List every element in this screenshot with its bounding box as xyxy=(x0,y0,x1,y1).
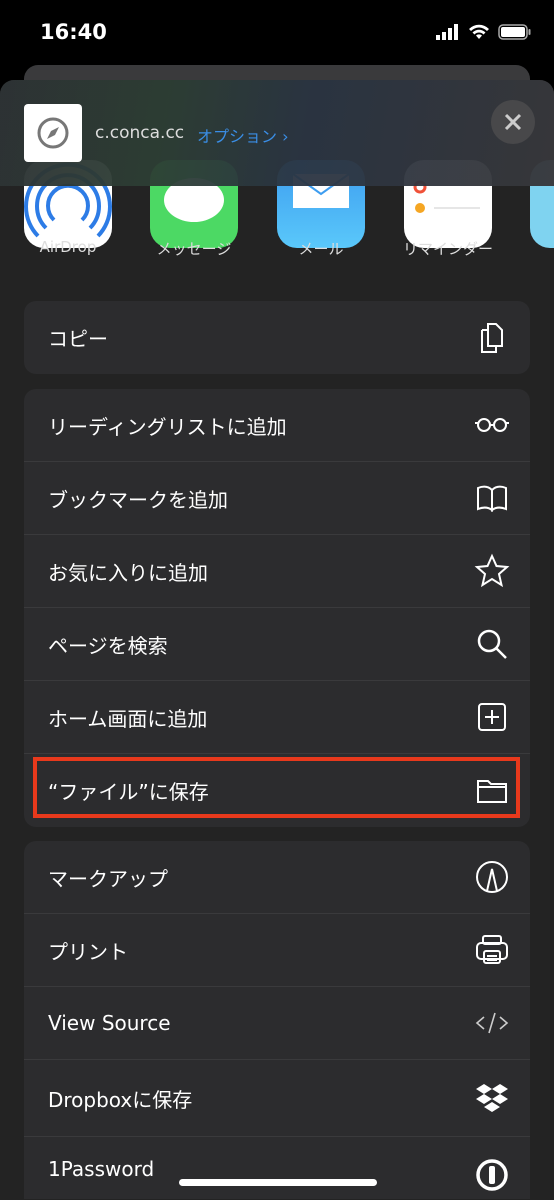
markup-icon xyxy=(476,861,508,893)
book-icon xyxy=(477,485,507,512)
extensions-group: マークアップ プリント View Source Dropboxに保存 1Pass… xyxy=(24,841,530,1199)
action-label: ブックマークを追加 xyxy=(48,487,228,512)
action-label: View Source xyxy=(48,1011,171,1035)
action-label: 1Password xyxy=(48,1157,155,1181)
options-link[interactable]: オプション › xyxy=(197,123,289,147)
action-reading-list[interactable]: リーディングリストに追加 xyxy=(24,389,530,462)
action-view-source[interactable]: View Source xyxy=(24,987,530,1060)
search-icon xyxy=(477,629,507,659)
action-label: マークアップ xyxy=(48,866,168,891)
app-label: メール xyxy=(298,240,344,258)
action-label: プリント xyxy=(48,939,128,964)
action-1password[interactable]: 1Password xyxy=(24,1137,530,1199)
safari-compass-icon xyxy=(37,117,69,149)
action-favorite[interactable]: お気に入りに追加 xyxy=(24,535,530,608)
copy-group: コピー xyxy=(24,301,530,374)
clock: 16:40 xyxy=(40,20,107,44)
site-domain: c.conca.cc xyxy=(95,123,185,143)
battery-icon xyxy=(498,24,531,40)
app-label: リマインダー xyxy=(402,240,493,258)
copy-icon xyxy=(481,322,503,353)
signal-icon xyxy=(436,24,458,40)
star-icon xyxy=(474,553,510,588)
1password-icon xyxy=(476,1159,508,1191)
action-dropbox[interactable]: Dropboxに保存 xyxy=(24,1060,530,1137)
action-label: Dropboxに保存 xyxy=(48,1087,193,1112)
action-label: ページを検索 xyxy=(48,633,168,658)
home-indicator[interactable] xyxy=(179,1179,377,1186)
action-label: お気に入りに追加 xyxy=(48,560,208,585)
app-label: メッセージ xyxy=(156,240,232,258)
app-label: AirDrop xyxy=(39,238,97,256)
action-label: ホーム画面に追加 xyxy=(48,706,208,731)
close-button[interactable] xyxy=(491,100,535,144)
printer-icon xyxy=(476,935,508,964)
code-icon xyxy=(475,1012,509,1034)
action-label: リーディングリストに追加 xyxy=(48,414,287,439)
action-bookmark[interactable]: ブックマークを追加 xyxy=(24,462,530,535)
action-home-screen[interactable]: ホーム画面に追加 xyxy=(24,681,530,754)
site-favicon xyxy=(24,104,82,162)
action-markup[interactable]: マークアップ xyxy=(24,841,530,914)
wifi-icon xyxy=(469,24,489,39)
status-bar: 16:40 xyxy=(0,0,554,64)
dropbox-icon xyxy=(476,1084,508,1112)
plus-square-icon xyxy=(478,703,506,731)
close-icon xyxy=(504,113,522,131)
action-copy[interactable]: コピー xyxy=(24,301,530,374)
highlight-box xyxy=(33,757,520,818)
action-label: コピー xyxy=(48,327,108,351)
action-print[interactable]: プリント xyxy=(24,914,530,987)
glasses-icon xyxy=(475,418,509,432)
share-header: c.conca.cc オプション › xyxy=(0,80,554,186)
action-find[interactable]: ページを検索 xyxy=(24,608,530,681)
